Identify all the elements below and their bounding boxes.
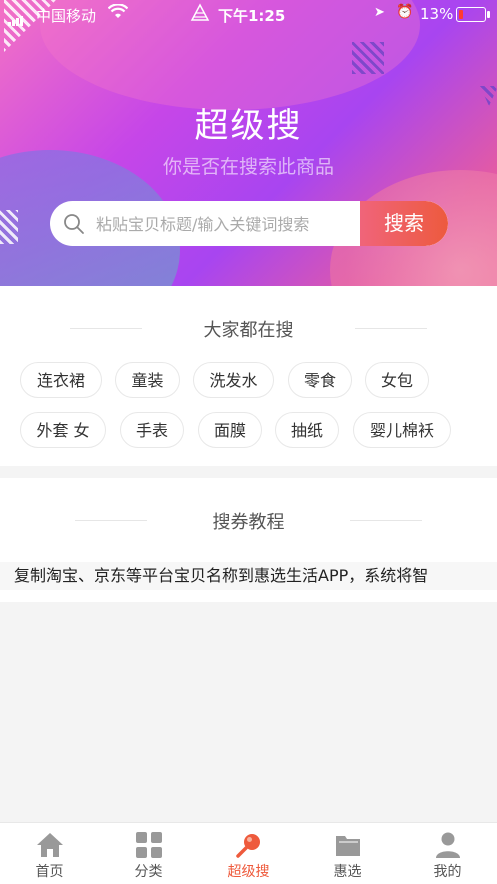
hot-tag[interactable]: 手表 [120,412,184,448]
tab-label: 超级搜 [227,864,270,880]
tab-super-search[interactable]: 超级搜 [199,823,298,884]
section-heading: 大家都在搜 [0,316,497,342]
tab-label: 首页 [35,864,64,880]
hot-tag[interactable]: 童装 [115,362,180,398]
page-subtitle: 你是否在搜索此商品 [162,156,334,178]
search-input[interactable] [94,201,358,246]
alarm-icon: ⏰ [396,4,414,20]
page-title: 超级搜 [194,106,303,146]
hot-search-section: 大家都在搜 连衣裙 童装 洗发水 零食 女包 外套 女 手表 面膜 抽纸 婴儿棉… [0,286,497,466]
tab-label: 分类 [134,864,163,880]
tab-bar: 首页 分类 超级搜 惠选 我的 [0,822,497,884]
search-bar: 搜索 [50,201,448,246]
search-icon [235,831,263,859]
status-bar: 中国移动 下午1:25 ➤ ⏰ 13% [0,0,497,28]
home-icon [36,831,64,859]
hero-banner: 中国移动 下午1:25 ➤ ⏰ 13% 超级搜 你是否在搜索此商品 搜索 [0,0,497,286]
user-icon [434,831,462,859]
hot-tag[interactable]: 连衣裙 [20,362,102,398]
search-button[interactable]: 搜索 [360,201,448,246]
wifi-icon [107,3,129,24]
status-time: 下午1:25 [218,7,286,25]
decorative-stripes [0,210,18,244]
battery-icon [456,7,490,22]
hot-tag[interactable]: 女包 [365,362,429,398]
tab-label: 惠选 [333,864,362,880]
folder-icon [334,831,362,859]
tutorial-heading: 搜券教程 [212,512,285,533]
hot-tag[interactable]: 抽纸 [275,412,339,448]
tab-category[interactable]: 分类 [99,823,198,884]
hot-tag[interactable]: 面膜 [198,412,262,448]
search-icon [62,212,86,236]
hot-search-heading: 大家都在搜 [203,320,294,341]
hot-tag[interactable]: 洗发水 [193,362,274,398]
decorative-stripes [352,42,384,74]
divider [75,520,147,521]
tab-label: 我的 [433,864,462,880]
tutorial-section: 搜券教程 复制淘宝、京东等平台宝贝名称到惠选生活APP，系统将智 [0,478,497,602]
carrier-name: 中国移动 [36,7,97,25]
hot-tag[interactable]: 外套 女 [20,412,106,448]
divider [350,520,422,521]
hot-tag[interactable]: 婴儿棉袄 [353,412,451,448]
app-logo-icon [190,3,210,27]
tutorial-text: 复制淘宝、京东等平台宝贝名称到惠选生活APP，系统将智 [0,562,497,590]
tab-home[interactable]: 首页 [0,823,99,884]
section-heading: 搜券教程 [0,508,497,534]
divider [355,328,427,329]
tab-mine[interactable]: 我的 [398,823,497,884]
signal-icon [8,8,24,26]
tab-huixuan[interactable]: 惠选 [298,823,397,884]
grid-icon [135,831,163,859]
location-icon: ➤ [374,5,385,20]
hot-tag[interactable]: 零食 [288,362,352,398]
battery-percent: 13% [420,5,454,23]
divider [70,328,142,329]
